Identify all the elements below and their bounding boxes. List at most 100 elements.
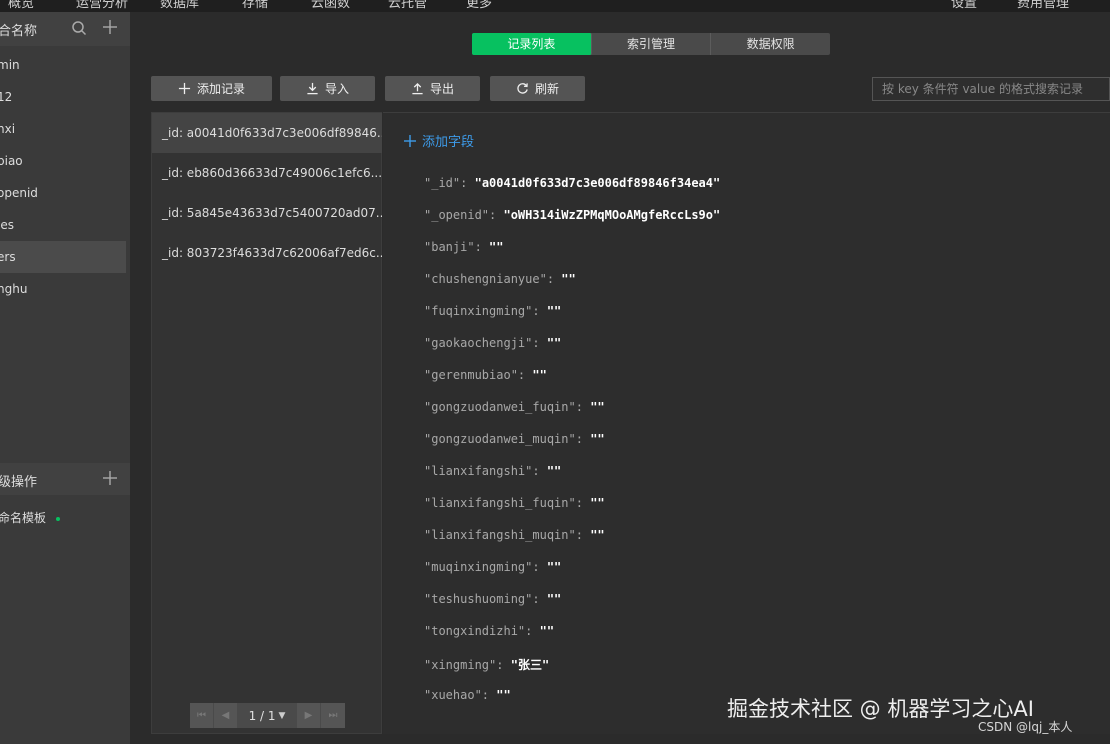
last-page-button[interactable]: ⏭ bbox=[321, 703, 345, 728]
tab-indexes[interactable]: 索引管理 bbox=[592, 33, 712, 55]
add-collection-icon[interactable] bbox=[102, 19, 118, 35]
tab-permissions[interactable]: 数据权限 bbox=[711, 33, 830, 55]
field-key: "chushengnianyue": bbox=[424, 272, 555, 286]
field-value[interactable]: "" bbox=[590, 400, 604, 414]
record-item[interactable]: _id: eb860d36633d7c49006c1efc6... bbox=[152, 153, 382, 193]
field-value[interactable]: "a0041d0f633d7c3e006df89846f34ea4" bbox=[475, 176, 721, 190]
field-value[interactable]: "" bbox=[547, 336, 561, 350]
search-icon[interactable] bbox=[71, 20, 87, 36]
status-dot bbox=[56, 517, 60, 521]
field-value[interactable]: "" bbox=[540, 624, 554, 638]
sidebar-item-biao[interactable]: biao bbox=[0, 145, 126, 177]
document-panel: 添加字段 "_id": "a0041d0f633d7c3e006df89846f… bbox=[383, 112, 1110, 734]
sidebar-item-min[interactable]: min bbox=[0, 49, 126, 81]
field-row[interactable]: "xuehao": "" bbox=[424, 688, 511, 702]
refresh-icon bbox=[517, 83, 528, 94]
field-row[interactable]: "gaokaochengji": "" bbox=[424, 336, 561, 350]
field-value[interactable]: "" bbox=[547, 592, 561, 606]
plus-icon bbox=[178, 82, 191, 95]
sidebar-title: 合名称 bbox=[0, 24, 38, 39]
record-item[interactable]: _id: a0041d0f633d7c3e006df89846... bbox=[152, 113, 382, 153]
csdn-watermark: CSDN @lqj_本人 bbox=[978, 720, 1073, 734]
field-row[interactable]: "lianxifangshi_muqin": "" bbox=[424, 528, 605, 542]
import-button[interactable]: 导入 bbox=[280, 76, 375, 101]
field-key: "gaokaochengji": bbox=[424, 336, 540, 350]
field-row[interactable]: "teshushuoming": "" bbox=[424, 592, 561, 606]
field-row[interactable]: "muqinxingming": "" bbox=[424, 560, 561, 574]
field-value[interactable]: "" bbox=[496, 688, 510, 702]
nav-database[interactable]: 数据库 bbox=[160, 0, 199, 11]
sidebar-item-openid[interactable]: openid bbox=[0, 177, 126, 209]
field-value[interactable]: "" bbox=[590, 496, 604, 510]
template-item[interactable]: 命名模板 bbox=[0, 509, 46, 526]
field-row[interactable]: "lianxifangshi": "" bbox=[424, 464, 561, 478]
field-key: "teshushuoming": bbox=[424, 592, 540, 606]
field-value[interactable]: "oWH314iWzZPMqMOoAMgfeRccLs9o" bbox=[503, 208, 720, 222]
refresh-button[interactable]: 刷新 bbox=[490, 76, 585, 101]
field-row[interactable]: "gongzuodanwei_muqin": "" bbox=[424, 432, 605, 446]
field-value[interactable]: "" bbox=[590, 528, 604, 542]
upload-icon bbox=[412, 82, 423, 95]
prev-page-button[interactable]: ◀ bbox=[214, 703, 238, 728]
add-operation-icon[interactable] bbox=[102, 470, 118, 486]
field-row[interactable]: "banji": "" bbox=[424, 240, 503, 254]
nav-storage[interactable]: 存储 bbox=[242, 0, 268, 11]
field-key: "xingming": bbox=[424, 658, 504, 672]
nav-cloudrun[interactable]: 云托管 bbox=[388, 0, 427, 11]
sidebar-item-les[interactable]: les bbox=[0, 209, 126, 241]
field-value[interactable]: "张三" bbox=[511, 658, 549, 672]
sidebar-item-12[interactable]: 12 bbox=[0, 81, 126, 113]
export-button[interactable]: 导出 bbox=[385, 76, 480, 101]
record-item[interactable]: _id: 803723f4633d7c62006af7ed6c... bbox=[152, 233, 382, 273]
chevron-down-icon: ▼ bbox=[278, 710, 286, 721]
tab-records[interactable]: 记录列表 bbox=[472, 33, 592, 55]
collection-sidebar: 合名称 min 12 nxi biao openid les ers nghu … bbox=[0, 12, 130, 744]
sidebar-item-nghu[interactable]: nghu bbox=[0, 273, 126, 305]
field-row[interactable]: "tongxindizhi": "" bbox=[424, 624, 554, 638]
field-row[interactable]: "xingming": "张三" bbox=[424, 656, 549, 673]
field-row[interactable]: "gerenmubiao": "" bbox=[424, 368, 547, 382]
nav-overview[interactable]: 概览 bbox=[8, 0, 34, 11]
field-row[interactable]: "fuqinxingming": "" bbox=[424, 304, 561, 318]
field-key: "xuehao": bbox=[424, 688, 490, 702]
field-key: "_id": bbox=[424, 176, 468, 190]
field-value[interactable]: "" bbox=[547, 560, 561, 574]
sidebar-item-ers[interactable]: ers bbox=[0, 241, 126, 273]
top-nav: 概览 运营分析 数据库 存储 云函数 云托管 更多 设置 费用管理 bbox=[0, 0, 1110, 12]
advanced-ops-header: 级操作 bbox=[0, 463, 130, 495]
field-value[interactable]: "" bbox=[532, 368, 546, 382]
field-value[interactable]: "" bbox=[561, 272, 575, 286]
field-value[interactable]: "" bbox=[547, 464, 561, 478]
nav-settings[interactable]: 设置 bbox=[951, 0, 977, 11]
page-select[interactable]: 1 / 1 ▼ bbox=[238, 703, 297, 728]
record-search bbox=[872, 77, 1110, 101]
first-page-button[interactable]: ⏮ bbox=[190, 703, 214, 728]
field-row[interactable]: "gongzuodanwei_fuqin": "" bbox=[424, 400, 605, 414]
nav-analytics[interactable]: 运营分析 bbox=[76, 0, 128, 11]
field-row[interactable]: "chushengnianyue": "" bbox=[424, 272, 576, 286]
download-icon bbox=[307, 82, 318, 95]
field-row[interactable]: "_openid": "oWH314iWzZPMqMOoAMgfeRccLs9o… bbox=[424, 208, 720, 222]
field-key: "lianxifangshi_fuqin": bbox=[424, 496, 583, 510]
field-row[interactable]: "lianxifangshi_fuqin": "" bbox=[424, 496, 605, 510]
field-key: "gerenmubiao": bbox=[424, 368, 526, 382]
refresh-label: 刷新 bbox=[534, 82, 559, 96]
record-search-input[interactable] bbox=[873, 78, 1109, 100]
nav-more[interactable]: 更多 bbox=[466, 0, 492, 11]
next-page-button[interactable]: ▶ bbox=[297, 703, 321, 728]
field-value[interactable]: "" bbox=[489, 240, 503, 254]
nav-billing[interactable]: 费用管理 bbox=[1017, 0, 1069, 11]
advanced-ops-title: 级操作 bbox=[0, 475, 38, 490]
import-label: 导入 bbox=[324, 82, 349, 96]
add-field-label: 添加字段 bbox=[422, 135, 475, 150]
field-value[interactable]: "" bbox=[590, 432, 604, 446]
add-record-button[interactable]: 添加记录 bbox=[151, 76, 272, 101]
records-list: _id: a0041d0f633d7c3e006df89846... _id: … bbox=[151, 112, 382, 734]
record-item[interactable]: _id: 5a845e43633d7c5400720ad07... bbox=[152, 193, 382, 233]
add-field-button[interactable]: 添加字段 bbox=[404, 131, 474, 150]
field-value[interactable]: "" bbox=[547, 304, 561, 318]
field-row[interactable]: "_id": "a0041d0f633d7c3e006df89846f34ea4… bbox=[424, 176, 720, 190]
sidebar-item-nxi[interactable]: nxi bbox=[0, 113, 126, 145]
nav-functions[interactable]: 云函数 bbox=[311, 0, 350, 11]
field-key: "_openid": bbox=[424, 208, 497, 222]
